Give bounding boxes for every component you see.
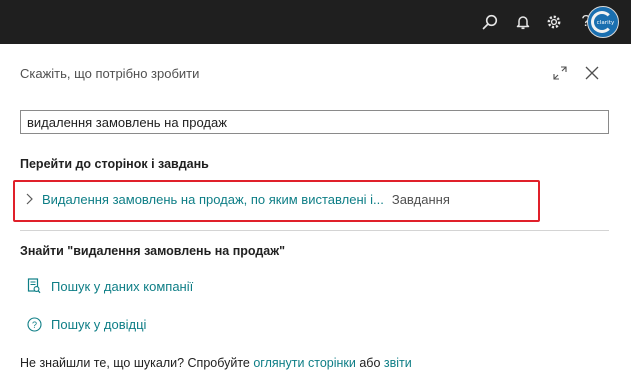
goto-section-heading: Перейти до сторінок і завдань [20, 157, 209, 171]
search-company-data-link[interactable]: Пошук у даних компанії [51, 279, 193, 294]
divider [20, 230, 609, 231]
chevron-right-icon [20, 184, 42, 214]
footer-text: Не знайшли те, що шукали? Спробуйте огля… [20, 356, 412, 370]
avatar[interactable]: clarity [587, 6, 619, 38]
result-row[interactable]: Видалення замовлень на продаж, по яким в… [20, 184, 609, 214]
search-icon[interactable] [476, 8, 504, 36]
search-company-data-action[interactable]: Пошук у даних компанії [25, 275, 193, 297]
search-help-action[interactable]: ? Пошук у довідці [25, 313, 146, 335]
bell-icon[interactable] [509, 8, 537, 36]
browse-pages-link[interactable]: оглянути сторінки [253, 356, 356, 370]
help-circle-icon: ? [25, 315, 43, 333]
footer-middle: або [355, 356, 384, 370]
avatar-logo-arc [591, 11, 613, 33]
gear-icon[interactable] [540, 8, 568, 36]
result-link[interactable]: Видалення замовлень на продаж, по яким в… [42, 192, 384, 207]
tell-me-title: Скажіть, що потрібно зробити [20, 66, 200, 81]
search-input[interactable] [20, 110, 609, 134]
reports-link[interactable]: звіти [384, 356, 412, 370]
svg-text:?: ? [31, 320, 36, 330]
top-bar: ? clarity [0, 0, 631, 44]
footer-prefix: Не знайшли те, що шукали? Спробуйте [20, 356, 254, 370]
find-section-heading: Знайти "видалення замовлень на продаж" [20, 244, 286, 258]
close-icon[interactable] [581, 62, 603, 84]
database-icon [25, 277, 43, 295]
expand-icon[interactable] [549, 62, 571, 84]
search-help-link[interactable]: Пошук у довідці [51, 317, 146, 332]
result-category: Завдання [391, 191, 450, 207]
